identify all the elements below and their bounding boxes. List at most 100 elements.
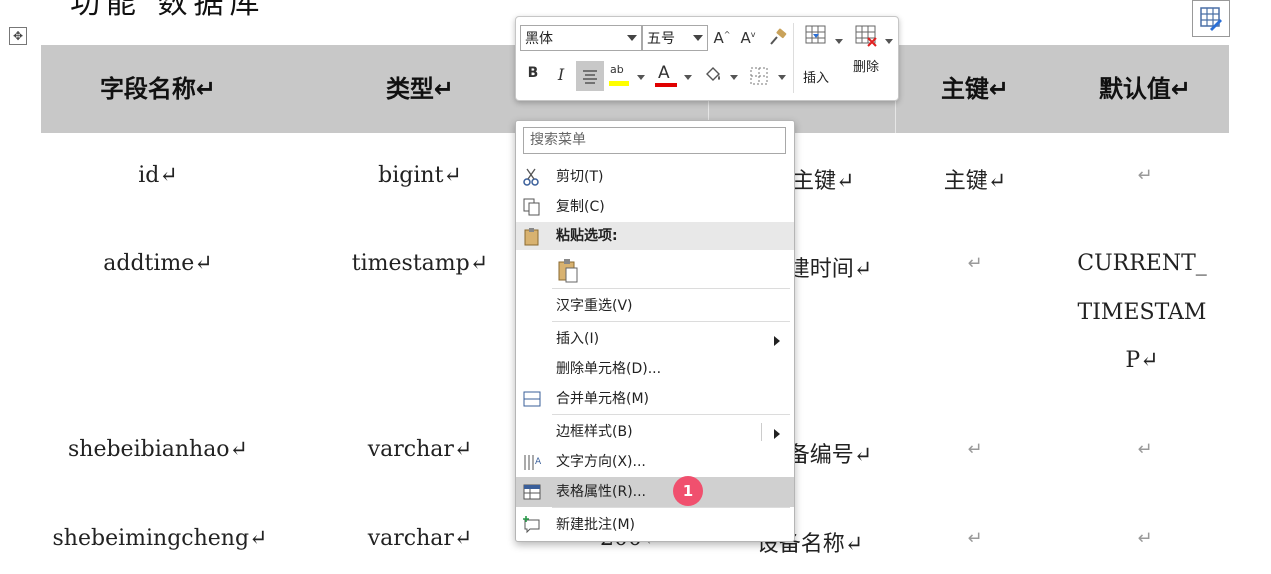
font-color-button[interactable]: A [654, 63, 678, 89]
align-center-icon [583, 70, 597, 84]
font-color-swatch [655, 83, 677, 87]
table-cell[interactable]: shebeimingcheng↵ [40, 526, 280, 551]
merge-cells-icon [523, 391, 541, 407]
chevron-down-icon[interactable] [835, 39, 843, 44]
borders-button[interactable] [748, 65, 770, 87]
submenu-arrow-icon [774, 429, 780, 439]
clipboard-icon [524, 228, 539, 246]
font-size-combo[interactable]: 五号 [642, 25, 708, 51]
shrink-font-button[interactable]: Av [738, 29, 758, 47]
menu-item-border-styles[interactable]: 边框样式(B) [516, 417, 794, 447]
header-type: 类型↵ [385, 75, 455, 103]
menu-item-label: 汉字重选(V) [556, 298, 633, 314]
delete-table-icon [855, 25, 877, 47]
menu-item-copy[interactable]: 复制(C) [516, 192, 794, 222]
font-name-value: 黑体 [525, 31, 553, 47]
menu-item-cut[interactable]: 剪切(T) [516, 162, 794, 192]
paint-bucket-icon [706, 67, 720, 81]
table-cell[interactable]: 主键↵ [792, 163, 854, 195]
table-cell[interactable]: timestamp↵ [330, 251, 510, 276]
delete-label[interactable]: 删除 [853, 56, 879, 75]
header-primary-key: 主键↵ [940, 75, 1010, 103]
menu-item-new-comment[interactable]: 新建批注(M) [516, 510, 794, 540]
bold-button[interactable]: B [522, 65, 544, 81]
menu-item-delete-cells[interactable]: 删除单元格(D)... [516, 354, 794, 384]
highlight-color-button[interactable]: ab [608, 63, 632, 89]
table-cell[interactable]: varchar↵ [330, 526, 510, 551]
table-cell[interactable]: ↵ [895, 253, 1055, 274]
chevron-down-icon [627, 35, 637, 41]
italic-button[interactable]: I [550, 65, 572, 84]
chevron-down-icon[interactable] [730, 75, 738, 80]
paste-options-header: 粘贴选项: [516, 222, 794, 250]
layout-options-button[interactable] [1192, 0, 1230, 37]
borders-icon [750, 67, 768, 85]
font-size-value: 五号 [647, 31, 675, 47]
format-painter-icon [770, 28, 787, 45]
table-cell[interactable]: P↵ [1060, 348, 1224, 373]
new-comment-icon [523, 516, 540, 534]
menu-separator [552, 321, 790, 322]
menu-item-label: 合并单元格(M) [556, 391, 650, 407]
center-align-button[interactable] [576, 61, 604, 91]
table-move-handle-icon[interactable]: ✥ [9, 27, 27, 45]
table-cell[interactable]: ↵ [1060, 439, 1230, 460]
table-cell[interactable]: ↵ [895, 528, 1055, 549]
svg-text:A: A [535, 457, 542, 467]
chevron-down-icon[interactable] [684, 75, 692, 80]
menu-item-label: 文字方向(X)... [556, 454, 646, 470]
table-cell[interactable]: id↵ [58, 163, 258, 188]
menu-item-label: 复制(C) [556, 199, 605, 215]
menu-separator [552, 414, 790, 415]
copy-icon [523, 198, 540, 216]
grow-font-icon: A [713, 29, 724, 47]
menu-item-label: 边框样式(B) [556, 424, 633, 440]
header-default-value: 默认值↵ [1098, 75, 1192, 103]
table-cell[interactable]: addtime↵ [58, 251, 258, 276]
chevron-down-icon[interactable] [778, 75, 786, 80]
insert-label[interactable]: 插入 [803, 67, 829, 86]
delete-table-button[interactable] [854, 23, 880, 49]
chevron-down-icon[interactable] [885, 39, 893, 44]
shrink-font-icon: A [740, 29, 751, 47]
split-divider [761, 423, 762, 441]
menu-item-label: 插入(I) [556, 331, 600, 347]
table-cell[interactable]: 建时间↵ [780, 251, 880, 283]
menu-item-reconvert[interactable]: 汉字重选(V) [516, 291, 794, 321]
table-cell[interactable]: TIMESTAM [1060, 300, 1224, 325]
table-cell[interactable]: 备编号↵ [780, 437, 880, 469]
paste-keep-source-button[interactable] [516, 254, 794, 288]
menu-item-label: 表格属性(R)... [556, 484, 647, 500]
menu-item-label: 粘贴选项: [556, 228, 618, 244]
table-cell[interactable]: varchar↵ [330, 437, 510, 462]
highlight-color-swatch [609, 81, 629, 86]
table-cell[interactable]: bigint↵ [330, 163, 510, 188]
submenu-arrow-icon [774, 336, 780, 346]
format-painter-button[interactable] [766, 27, 790, 49]
chevron-down-icon[interactable] [637, 75, 645, 80]
menu-item-table-properties[interactable]: 表格属性(R)... [516, 477, 794, 507]
insert-table-button[interactable] [804, 23, 828, 47]
menu-item-label: 剪切(T) [556, 169, 604, 185]
menu-item-insert[interactable]: 插入(I) [516, 324, 794, 354]
menu-item-merge-cells[interactable]: 合并单元格(M) [516, 384, 794, 414]
header-field-name: 字段名称↵ [99, 75, 217, 103]
table-cell[interactable]: CURRENT_ [1060, 251, 1224, 276]
grow-font-button[interactable]: A^ [712, 29, 732, 47]
toolbar-divider [793, 23, 794, 93]
table-cell[interactable]: ↵ [895, 439, 1055, 460]
menu-search-input[interactable]: 搜索菜单 [523, 127, 786, 154]
font-name-combo[interactable]: 黑体 [520, 25, 642, 51]
layout-options-icon [1200, 7, 1222, 31]
highlighter-icon: ab [610, 63, 624, 76]
table-cell[interactable]: 主键↵ [895, 163, 1055, 195]
menu-separator [552, 288, 790, 289]
menu-item-text-direction[interactable]: A 文字方向(X)... [516, 447, 794, 477]
table-cell[interactable]: ↵ [1060, 528, 1230, 549]
shading-button[interactable] [702, 65, 724, 87]
table-cell[interactable]: shebeibianhao↵ [58, 437, 258, 462]
table-cell[interactable]: ↵ [1060, 165, 1230, 186]
menu-separator [552, 507, 790, 508]
paste-clipboard-icon [558, 259, 578, 283]
document-heading: 功能 数据库 [70, 0, 266, 21]
